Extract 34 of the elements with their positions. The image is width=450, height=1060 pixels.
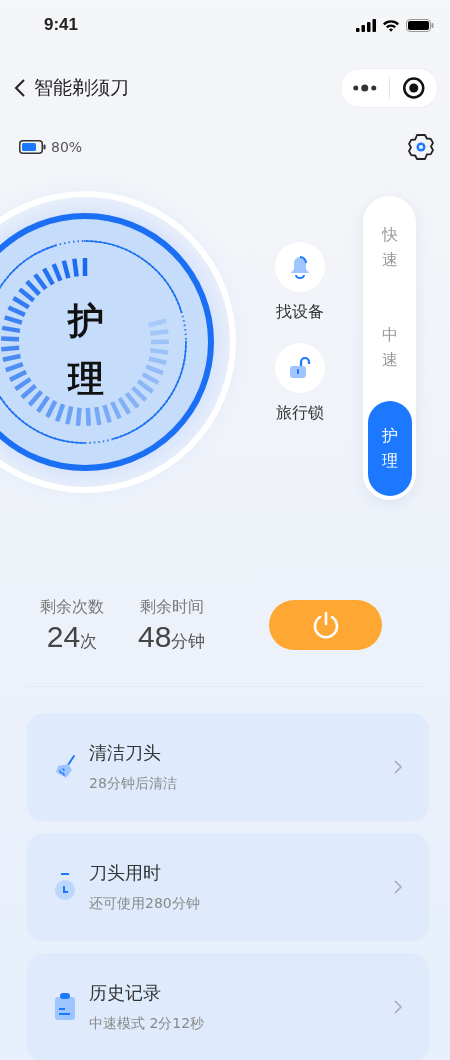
chevron-right-icon bbox=[393, 759, 403, 775]
current-mode-label: 护理 bbox=[66, 299, 105, 401]
card-subtitle: 中速模式 2分12秒 bbox=[89, 1015, 206, 1033]
stat-label: 剩余次数 bbox=[40, 596, 104, 618]
chevron-right-icon bbox=[393, 879, 403, 895]
status-time: 9:41 bbox=[44, 15, 79, 35]
signal-icon bbox=[356, 18, 376, 32]
chevron-right-icon bbox=[393, 999, 403, 1015]
stopwatch-icon bbox=[54, 873, 76, 901]
stat-unit: 分钟 bbox=[171, 630, 206, 653]
bell-icon bbox=[290, 255, 310, 279]
back-icon[interactable] bbox=[14, 78, 26, 98]
settings-icon[interactable] bbox=[406, 132, 436, 162]
feature-card[interactable]: 清洁刀头 28分钟后清洁 bbox=[27, 713, 429, 821]
feature-card[interactable]: 刀头用时 还可使用280分钟 bbox=[27, 833, 429, 941]
card-subtitle: 还可使用280分钟 bbox=[89, 895, 201, 913]
device-battery-icon bbox=[19, 140, 46, 154]
wifi-icon bbox=[382, 18, 400, 32]
page-title: 智能剃须刀 bbox=[34, 75, 129, 100]
mode-option[interactable]: 护理 bbox=[367, 401, 412, 496]
stat-value: 24 bbox=[46, 619, 81, 654]
card-title: 清洁刀头 bbox=[89, 741, 162, 765]
stat-label: 剩余时间 bbox=[139, 596, 204, 618]
unlocked-padlock-icon bbox=[289, 356, 311, 380]
battery-reading: 80% bbox=[51, 139, 83, 155]
card-subtitle: 28分钟后清洁 bbox=[89, 775, 178, 793]
stat-unit: 次 bbox=[80, 630, 98, 653]
stat-value: 48 bbox=[138, 619, 172, 654]
feature-card[interactable]: 历史记录 中速模式 2分12秒 bbox=[27, 953, 429, 1060]
card-title: 历史记录 bbox=[89, 981, 162, 1005]
clipboard-icon bbox=[54, 993, 76, 1021]
battery-icon bbox=[406, 18, 434, 32]
card-title: 刀头用时 bbox=[89, 861, 162, 885]
broom-icon bbox=[54, 754, 76, 780]
